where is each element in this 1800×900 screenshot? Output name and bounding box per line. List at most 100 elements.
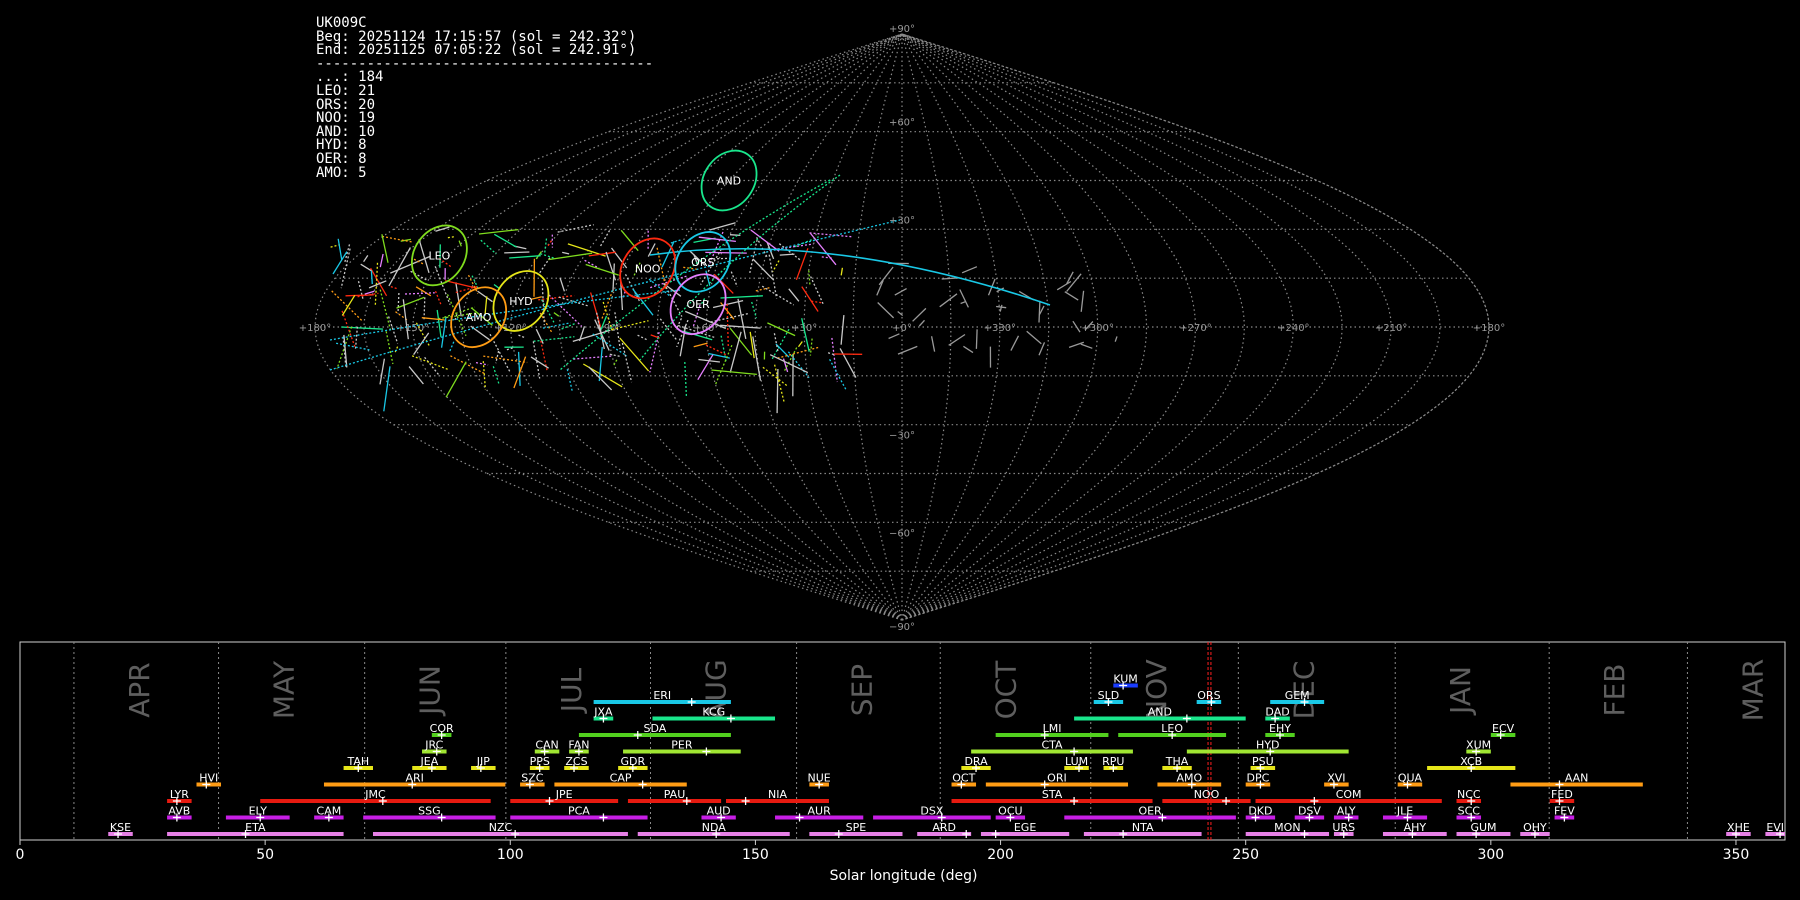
shower-ege: EGE bbox=[980, 821, 1070, 838]
shower-code: XHE bbox=[1727, 821, 1750, 834]
meteor-trail bbox=[693, 342, 708, 348]
shower-code: LEO bbox=[1161, 722, 1183, 735]
meteor-trail bbox=[684, 361, 688, 397]
shower-kcg: KCG bbox=[652, 706, 776, 723]
shower-code: DPC bbox=[1247, 772, 1270, 785]
shower-lmi: LMI bbox=[995, 722, 1109, 739]
shower-cta: CTA bbox=[971, 739, 1133, 756]
shower-code: JRC bbox=[424, 739, 443, 752]
meteor-trail bbox=[530, 356, 549, 369]
meteor-trail bbox=[960, 301, 966, 305]
meteor-trail bbox=[493, 233, 517, 248]
month-label: APR bbox=[123, 662, 156, 718]
month-label: OCT bbox=[989, 660, 1022, 720]
shower-code: MON bbox=[1274, 821, 1300, 834]
meteor-trail bbox=[354, 326, 359, 349]
lat-tick-label: +30° bbox=[889, 215, 915, 226]
meteor-trail bbox=[480, 239, 497, 255]
shower-ehy: EHY bbox=[1265, 722, 1295, 739]
shower-code: DAD bbox=[1265, 706, 1289, 719]
meteor-trail bbox=[396, 296, 425, 309]
shower-ari: ARI bbox=[323, 772, 506, 789]
shower-code: NCC bbox=[1457, 788, 1481, 801]
shower-code: PER bbox=[671, 739, 693, 752]
shower-code: XUM bbox=[1466, 739, 1491, 752]
meteor-trail bbox=[360, 263, 372, 272]
lon-tick-label: +240° bbox=[1277, 323, 1309, 334]
shower-ard: ARD bbox=[917, 821, 972, 838]
shower-nzc: NZC bbox=[373, 821, 628, 838]
meteor-trail bbox=[453, 314, 458, 322]
shower-code: CAM bbox=[317, 805, 342, 818]
shower-code: KSE bbox=[110, 821, 131, 834]
shower-code: AAN bbox=[1565, 772, 1589, 785]
meteor-trail bbox=[1038, 300, 1041, 323]
radiant-label: AMO bbox=[466, 311, 492, 324]
shower-dsv: DSV bbox=[1294, 805, 1325, 822]
shower-code: CTA bbox=[1041, 739, 1063, 752]
meteor-trail bbox=[335, 342, 370, 351]
shower-dad: DAD bbox=[1265, 706, 1290, 723]
meteor-trail bbox=[930, 336, 936, 352]
meteor-trail bbox=[424, 356, 441, 377]
lon-tick-label: +180° bbox=[1473, 323, 1505, 334]
meteor-trail bbox=[829, 358, 847, 391]
shower-code: PCA bbox=[568, 805, 590, 818]
shower-code: SPE bbox=[846, 821, 867, 834]
shower-aur: AUR bbox=[775, 805, 864, 822]
shower-code: EVI bbox=[1766, 821, 1784, 834]
shower-ors: ORS bbox=[1196, 689, 1222, 706]
x-tick-label: 350 bbox=[1723, 847, 1750, 863]
meteor-trail bbox=[478, 228, 519, 235]
meteor-trail bbox=[559, 277, 566, 292]
meteor-trail bbox=[483, 355, 528, 364]
shower-code: AMO bbox=[1176, 772, 1202, 785]
shower-szc: SZC bbox=[520, 772, 545, 789]
meteor-trail bbox=[336, 326, 353, 370]
meteor-trail bbox=[840, 315, 845, 345]
shower-code: ARD bbox=[932, 821, 956, 834]
shower-avb: AVB bbox=[167, 805, 192, 822]
shower-mon: MON bbox=[1245, 821, 1330, 838]
meteor-trail bbox=[959, 289, 969, 308]
shower-leo: LEO bbox=[1118, 722, 1227, 739]
shower-code: HVI bbox=[199, 772, 218, 785]
meteor-trail bbox=[363, 255, 369, 263]
lat-tick-label: −30° bbox=[889, 431, 915, 442]
shower-jrc: JRC bbox=[422, 739, 447, 756]
shower-evi: EVI bbox=[1765, 821, 1785, 838]
radiant-label: AND bbox=[717, 175, 741, 188]
shower-code: OCT bbox=[952, 772, 975, 785]
shower-oer: OER bbox=[1064, 805, 1236, 822]
meteor-trail bbox=[720, 295, 763, 299]
shower-code: LMI bbox=[1043, 722, 1062, 735]
shower-sta: STA bbox=[951, 788, 1153, 805]
shower-jea: JEA bbox=[412, 755, 447, 772]
shower-code: AVB bbox=[168, 805, 190, 818]
shower-code: ALY bbox=[1337, 805, 1356, 818]
shower-sld: SLD bbox=[1093, 689, 1124, 706]
shower-code: COM bbox=[1336, 788, 1362, 801]
x-tick-label: 100 bbox=[497, 847, 524, 863]
meteor-trail bbox=[637, 334, 648, 341]
x-tick-label: 50 bbox=[256, 847, 274, 863]
meteor-trail bbox=[337, 238, 343, 261]
shower-code: ZCS bbox=[565, 755, 587, 768]
meteor-trail bbox=[385, 331, 394, 365]
x-tick-label: 250 bbox=[1232, 847, 1259, 863]
meteor-trail bbox=[493, 283, 500, 289]
meteor-trail bbox=[379, 253, 384, 268]
shower-nda: NDA bbox=[637, 821, 790, 838]
shower-eta: ETA bbox=[167, 821, 344, 838]
meteor-trail bbox=[390, 285, 399, 290]
shower-code: AUR bbox=[808, 805, 832, 818]
shower-gdr: GDR bbox=[618, 755, 648, 772]
shower-code: PSU bbox=[1252, 755, 1274, 768]
meteor-trail bbox=[1064, 291, 1079, 301]
meteor-trail bbox=[518, 334, 526, 339]
meteor-trail bbox=[506, 347, 514, 351]
shower-code: SCC bbox=[1458, 805, 1481, 818]
meteor-trail bbox=[495, 350, 500, 364]
shower-code: AND bbox=[1148, 706, 1172, 719]
meteor-trail bbox=[779, 253, 795, 256]
